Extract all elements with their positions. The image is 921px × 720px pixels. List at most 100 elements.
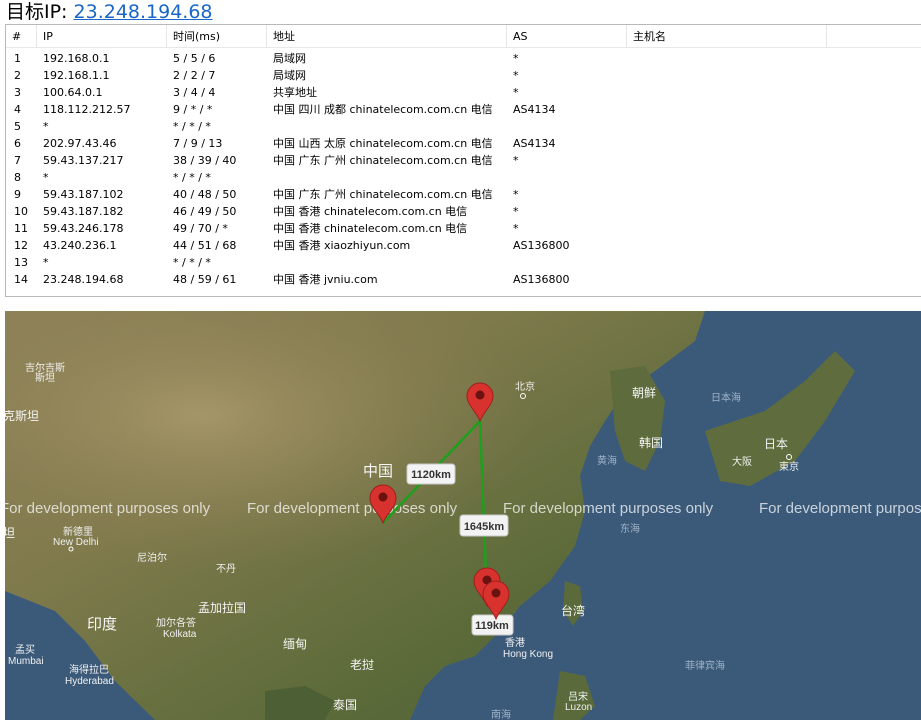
map-label-mengmai_cn: 孟买 <box>15 644 35 656</box>
cell-index: 6 <box>14 137 21 150</box>
map-label-beijing: 北京 <box>515 380 535 393</box>
table-row[interactable]: 7 59.43.137.217 38 / 39 / 40 中国 广东 广州 china… <box>6 152 921 169</box>
cell-ip: * <box>43 256 49 269</box>
map-label-riben: 日本 <box>764 437 788 451</box>
map-label-donghai: 东海 <box>620 522 640 535</box>
cell-ip: 59.43.246.178 <box>43 222 124 235</box>
column-header-address[interactable]: 地址 <box>267 25 507 47</box>
map-label-daban: 大阪 <box>732 455 752 468</box>
cell-index: 10 <box>14 205 28 218</box>
cell-as: * <box>513 52 519 65</box>
map-label-yindu: 印度 <box>87 615 117 633</box>
cell-time: 9 / * / * <box>173 103 213 116</box>
cell-address: 共享地址 <box>273 86 317 99</box>
map-label-ribenhai: 日本海 <box>711 391 741 404</box>
map-label-haidela_cn: 海得拉巴 <box>69 663 109 676</box>
map-label-taiwan: 台湾 <box>561 603 585 618</box>
cell-index: 3 <box>14 86 21 99</box>
map-label-xianggang_en: Hong Kong <box>503 649 553 660</box>
cell-index: 13 <box>14 256 28 269</box>
cell-address: 中国 山西 太原 chinatelecom.com.cn 电信 <box>273 137 493 150</box>
cell-ip: 202.97.43.46 <box>43 137 117 150</box>
cell-ip: 43.240.236.1 <box>43 239 117 252</box>
map-label-dan: 坦 <box>5 526 15 540</box>
table-row[interactable]: 5 * * / * / * <box>6 118 921 135</box>
cell-address: 中国 四川 成都 chinatelecom.com.cn 电信 <box>273 103 493 116</box>
table-row[interactable]: 2 192.168.1.1 2 / 2 / 7 局域网 * <box>6 67 921 84</box>
map-label-nanhai: 南海 <box>491 708 511 720</box>
target-ip-header: 目标IP: 23.248.194.68 <box>6 0 213 24</box>
map-label-lvsong_en: Luzon <box>565 702 592 713</box>
table-row[interactable]: 14 23.248.194.68 48 / 59 / 61 中国 香港 jvniu.c… <box>6 271 921 288</box>
cell-time: 2 / 2 / 7 <box>173 69 216 82</box>
route-map[interactable]: 吉尔吉斯 斯坦 克斯坦 坦 中国 北京 朝鲜 韩国 日本 東京 大阪 日本海 黄… <box>5 311 921 720</box>
table-row[interactable]: 9 59.43.187.102 40 / 48 / 50 中国 广东 广州 china… <box>6 186 921 203</box>
table-row[interactable]: 1 192.168.0.1 5 / 5 / 6 局域网 * <box>6 50 921 67</box>
map-label-xianggang_cn: 香港 <box>505 637 525 649</box>
cell-address: 中国 广东 广州 chinatelecom.com.cn 电信 <box>273 188 493 201</box>
cell-address: 中国 香港 xiaozhiyun.com <box>273 239 411 252</box>
column-header-index[interactable]: # <box>6 25 37 47</box>
table-row[interactable]: 12 43.240.236.1 44 / 51 / 68 中国 香港 xiaozhiy… <box>6 237 921 254</box>
cell-as: AS4134 <box>513 137 556 150</box>
map-label-china: 中国 <box>363 462 393 480</box>
map-label-mengjiala: 孟加拉国 <box>198 600 246 615</box>
table-row[interactable]: 10 59.43.187.182 46 / 49 / 50 中国 香港 chinate… <box>6 203 921 220</box>
map-label-huanghai: 黄海 <box>597 454 617 467</box>
map-label-hanguo: 韩国 <box>639 435 663 450</box>
map-canvas: 吉尔吉斯 斯坦 克斯坦 坦 中国 北京 朝鲜 韩国 日本 東京 大阪 日本海 黄… <box>5 311 921 720</box>
cell-ip: * <box>43 120 49 133</box>
column-header-hostname[interactable]: 主机名 <box>627 25 827 47</box>
cell-as: AS136800 <box>513 239 570 252</box>
map-label-chaoxian: 朝鲜 <box>632 386 656 400</box>
watermark-4: For development purposes only <box>759 500 921 517</box>
cell-ip: 118.112.212.57 <box>43 103 131 116</box>
cell-as: AS4134 <box>513 103 556 116</box>
table-header: # IP 时间(ms) 地址 AS 主机名 <box>6 25 921 48</box>
target-ip-link[interactable]: 23.248.194.68 <box>74 1 213 23</box>
cell-as: * <box>513 205 519 218</box>
cell-time: 44 / 51 / 68 <box>173 239 237 252</box>
table-row[interactable]: 11 59.43.246.178 49 / 70 / * 中国 香港 chinatel… <box>6 220 921 237</box>
cell-index: 8 <box>14 171 21 184</box>
table-row[interactable]: 13 * * / * / * <box>6 254 921 271</box>
target-ip-label: 目标IP: <box>6 1 74 23</box>
cell-time: * / * / * <box>173 120 211 133</box>
map-label-jierjisi_cn2: 斯坦 <box>35 371 55 384</box>
cell-index: 7 <box>14 154 21 167</box>
cell-as: * <box>513 222 519 235</box>
cell-as: * <box>513 69 519 82</box>
map-label-miandian: 缅甸 <box>283 637 307 651</box>
cell-index: 1 <box>14 52 21 65</box>
map-label-feilvbinhai: 菲律宾海 <box>685 659 725 672</box>
cell-ip: 192.168.0.1 <box>43 52 110 65</box>
table-row[interactable]: 4 118.112.212.57 9 / * / * 中国 四川 成都 chinate… <box>6 101 921 118</box>
table-row[interactable]: 6 202.97.43.46 7 / 9 / 13 中国 山西 太原 chinatel… <box>6 135 921 152</box>
cell-ip: 23.248.194.68 <box>43 273 124 286</box>
cell-index: 12 <box>14 239 28 252</box>
cell-index: 5 <box>14 120 21 133</box>
map-label-mengmai_en: Mumbai <box>8 656 44 667</box>
table-row[interactable]: 8 * * / * / * <box>6 169 921 186</box>
cell-index: 4 <box>14 103 21 116</box>
cell-time: 38 / 39 / 40 <box>173 154 237 167</box>
traceroute-table: # IP 时间(ms) 地址 AS 主机名 1 192.168.0.1 5 / 5 … <box>5 24 921 297</box>
cell-address: 中国 广东 广州 chinatelecom.com.cn 电信 <box>273 154 493 167</box>
map-label-taiguo: 泰国 <box>333 698 357 712</box>
map-label-buDan: 不丹 <box>216 563 236 575</box>
map-label-niboer: 尼泊尔 <box>137 551 167 564</box>
map-label-haidela_en: Hyderabad <box>65 676 114 687</box>
table-row[interactable]: 3 100.64.0.1 3 / 4 / 4 共享地址 * <box>6 84 921 101</box>
column-header-as[interactable]: AS <box>507 25 627 47</box>
cell-index: 9 <box>14 188 21 201</box>
column-header-ip[interactable]: IP <box>37 25 167 47</box>
map-label-dongjing_cn: 東京 <box>779 460 799 473</box>
cell-time: 48 / 59 / 61 <box>173 273 237 286</box>
cell-as: AS136800 <box>513 273 570 286</box>
cell-time: 5 / 5 / 6 <box>173 52 216 65</box>
cell-as: * <box>513 86 519 99</box>
cell-index: 14 <box>14 273 28 286</box>
cell-address: 中国 香港 chinatelecom.com.cn 电信 <box>273 222 468 235</box>
cell-ip: 100.64.0.1 <box>43 86 103 99</box>
column-header-time[interactable]: 时间(ms) <box>167 25 267 47</box>
